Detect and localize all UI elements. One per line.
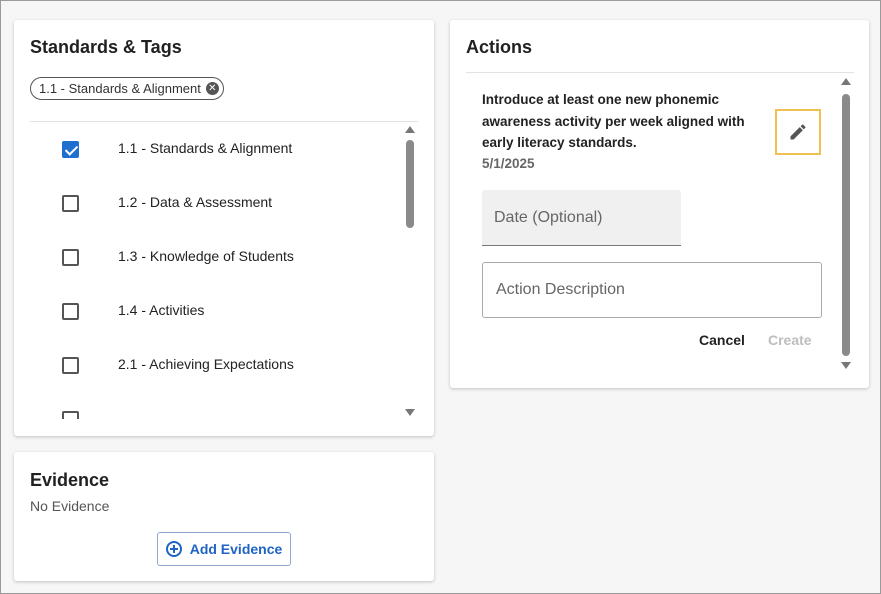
checkbox[interactable] [62,411,79,419]
standard-item[interactable]: 1.4 - Activities [30,284,404,338]
standard-item[interactable]: 1.3 - Knowledge of Students [30,230,404,284]
checkbox[interactable] [62,303,79,320]
checkbox-checked[interactable] [62,141,79,158]
chip-label: 1.1 - Standards & Alignment [39,81,201,96]
scroll-down-icon[interactable] [405,409,415,416]
actions-scrollbar[interactable] [840,76,852,370]
standards-scrollbar[interactable] [404,124,416,420]
selected-standard-chip[interactable]: 1.1 - Standards & Alignment ✕ [30,77,224,100]
standard-label: 1.1 - Standards & Alignment [118,140,293,156]
pencil-icon [790,124,806,140]
standard-item[interactable] [30,392,404,419]
no-evidence-text: No Evidence [30,498,110,514]
scroll-up-icon[interactable] [841,78,851,85]
scroll-up-icon[interactable] [405,126,415,133]
checkbox[interactable] [62,357,79,374]
standard-item[interactable]: 1.1 - Standards & Alignment [30,122,404,176]
standard-label: 1.4 - Activities [118,302,205,318]
standard-label: 2.1 - Achieving Expectations [118,356,294,372]
actions-title: Actions [466,37,533,57]
actions-card: Actions Introduce at least one new phone… [450,20,869,388]
standard-label: 1.3 - Knowledge of Students [118,248,294,264]
checkbox[interactable] [62,195,79,212]
add-evidence-button[interactable]: Add Evidence [157,532,291,566]
standards-list: 1.1 - Standards & Alignment 1.2 - Data &… [30,122,404,419]
action-description: Introduce at least one new phonemic awar… [482,92,745,150]
chip-remove-icon[interactable]: ✕ [205,82,219,95]
add-circle-icon [165,541,182,557]
standards-title: Standards & Tags [30,37,182,57]
divider [466,72,854,73]
evidence-title: Evidence [30,470,110,490]
standard-label: 1.2 - Data & Assessment [118,194,273,210]
scroll-down-icon[interactable] [841,362,851,369]
standard-item[interactable]: 1.2 - Data & Assessment [30,176,404,230]
add-evidence-label: Add Evidence [189,541,283,557]
cancel-button[interactable]: Cancel [699,332,745,348]
standard-item[interactable]: 2.1 - Achieving Expectations [30,338,404,392]
create-button[interactable]: Create [768,332,812,348]
action-date: 5/1/2025 [482,156,535,171]
action-description-input[interactable] [482,262,822,318]
date-input[interactable] [482,190,681,246]
checkbox[interactable] [62,249,79,266]
evidence-card: Evidence No Evidence Add Evidence [14,452,434,581]
scroll-thumb[interactable] [842,94,850,356]
scroll-thumb[interactable] [406,140,414,228]
edit-action-button[interactable] [775,109,821,155]
standards-card: Standards & Tags 1.1 - Standards & Align… [14,20,434,436]
